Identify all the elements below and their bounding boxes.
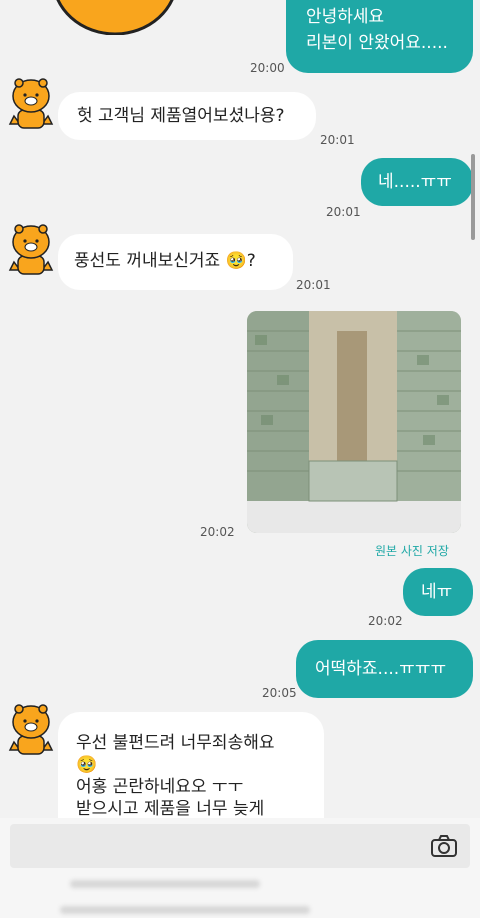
camera-icon[interactable] [430, 834, 458, 858]
message-time: 20:02 [368, 614, 403, 628]
message-text: 풍선도 꺼내보신거죠 🥹? [74, 251, 256, 271]
blurred-preview-line [70, 880, 260, 888]
message-line: 안녕하세요 [306, 7, 385, 27]
message-text: 헛 고객님 제품열어보셨나용? [77, 106, 285, 126]
message-text: 어떡하죠....ㅠㅠㅠ [315, 659, 447, 679]
message-bubble-outgoing[interactable]: 네ㅠ [403, 568, 473, 616]
message-bubble-outgoing[interactable]: 안녕하세요 리본이 안왔어요..... [286, 0, 473, 73]
message-bubble-incoming[interactable]: 헛 고객님 제품열어보셨나용? [58, 92, 316, 140]
message-time: 20:05 [262, 686, 297, 700]
lion-character-avatar-icon[interactable] [8, 220, 54, 276]
top-avatar-partial [50, 0, 180, 36]
message-text: 네ㅠ [421, 582, 453, 602]
message-time: 20:00 [250, 61, 285, 75]
message-line: 어홍 곤란하네요오 ㅜㅜ [76, 777, 244, 797]
message-bubble-incoming[interactable]: 풍선도 꺼내보신거죠 🥹? [58, 234, 293, 290]
message-line: 🥹 [76, 755, 98, 775]
message-line: 리본이 안왔어요..... [306, 33, 448, 53]
blurred-preview-line [60, 906, 310, 914]
lion-character-avatar-icon[interactable] [8, 700, 54, 756]
message-bubble-outgoing[interactable]: 네.....ㅠㅠ [361, 158, 473, 206]
save-original-photo-link[interactable]: 원본 사진 저장 [375, 542, 449, 559]
message-bubble-outgoing[interactable]: 어떡하죠....ㅠㅠㅠ [296, 640, 473, 698]
message-time: 20:01 [296, 278, 331, 292]
message-line: 받으시고 제품을 너무 늦게 [76, 799, 265, 819]
scrollbar-thumb[interactable] [471, 154, 475, 240]
message-line: 우선 불편드려 너무죄송해요 [76, 733, 275, 753]
message-time: 20:01 [320, 133, 355, 147]
message-time: 20:01 [326, 205, 361, 219]
message-input[interactable] [10, 824, 470, 868]
lion-character-avatar-icon[interactable] [8, 74, 54, 130]
photo-message[interactable] [247, 311, 461, 533]
message-time: 20:02 [200, 525, 235, 539]
message-text: 네.....ㅠㅠ [378, 172, 452, 192]
